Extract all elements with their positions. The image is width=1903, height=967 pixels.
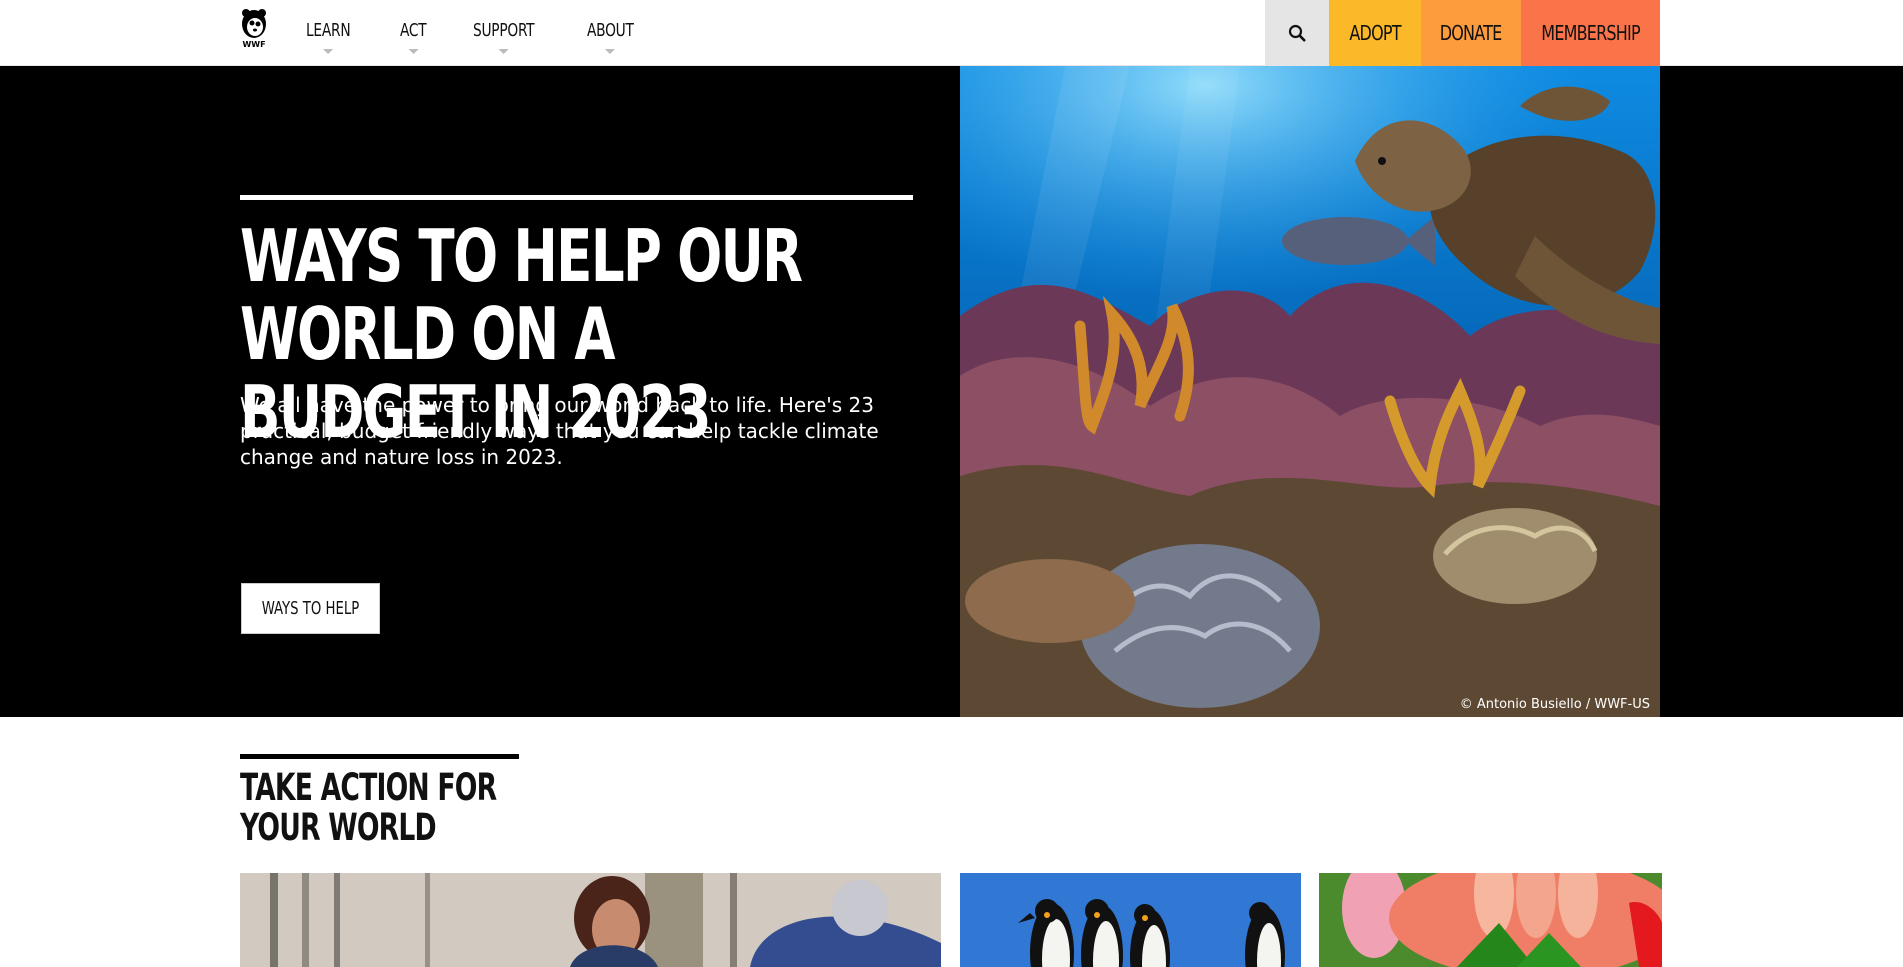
top-navigation-bar: WWF LEARN ACT SUPPORT ABOUT ADOPT DONATE… xyxy=(0,0,1903,66)
action-links: ADOPT DONATE MEMBERSHIP xyxy=(1265,0,1660,66)
hands-with-plant-image xyxy=(1319,873,1662,967)
search-button[interactable] xyxy=(1265,0,1329,66)
donate-label: DONATE xyxy=(1440,21,1502,45)
action-cards xyxy=(240,873,1662,967)
membership-label: MEMBERSHIP xyxy=(1541,21,1640,45)
people-image xyxy=(240,873,941,967)
hero-image: © Antonio Busiello / WWF-US xyxy=(960,66,1660,717)
ways-to-help-label: WAYS TO HELP xyxy=(261,598,360,619)
hero-description: We all have the power to bring our world… xyxy=(240,393,879,469)
adopt-label: ADOPT xyxy=(1349,21,1401,45)
nav-label: ACT xyxy=(400,20,427,41)
photo-credit: © Antonio Busiello / WWF-US xyxy=(1459,697,1650,712)
nav-item-learn[interactable]: LEARN xyxy=(306,0,351,66)
chevron-down-icon xyxy=(498,49,510,54)
chevron-down-icon xyxy=(408,49,419,54)
chevron-down-icon xyxy=(605,49,616,54)
search-icon xyxy=(1288,24,1306,42)
action-card-people[interactable] xyxy=(240,873,941,967)
penguins-image xyxy=(960,873,1301,967)
nav-label: LEARN xyxy=(306,20,351,41)
hero-banner: WAYS TO HELP OUR WORLD ON A BUDGET IN 20… xyxy=(0,66,1903,717)
chevron-down-icon xyxy=(323,49,334,54)
donate-button[interactable]: DONATE xyxy=(1421,0,1521,66)
membership-button[interactable]: MEMBERSHIP xyxy=(1521,0,1660,66)
nav-label: SUPPORT xyxy=(473,20,535,41)
hero-divider xyxy=(240,195,913,200)
ways-to-help-button[interactable]: WAYS TO HELP xyxy=(241,583,380,634)
logo-text: WWF xyxy=(242,40,266,49)
nav-item-support[interactable]: SUPPORT xyxy=(473,0,535,66)
section-divider xyxy=(240,754,519,759)
action-card-penguins[interactable] xyxy=(960,873,1301,967)
adopt-button[interactable]: ADOPT xyxy=(1329,0,1421,66)
section-title: TAKE ACTION FOR YOUR WORLD xyxy=(240,766,497,849)
main-navigation: LEARN ACT SUPPORT ABOUT xyxy=(306,0,684,66)
nav-label: ABOUT xyxy=(587,20,635,41)
panda-icon xyxy=(242,9,266,38)
nav-item-about[interactable]: ABOUT xyxy=(587,0,634,66)
nav-item-act[interactable]: ACT xyxy=(400,0,427,66)
coral-reef-turtle-image xyxy=(960,66,1660,717)
action-card-plants[interactable] xyxy=(1319,873,1662,967)
